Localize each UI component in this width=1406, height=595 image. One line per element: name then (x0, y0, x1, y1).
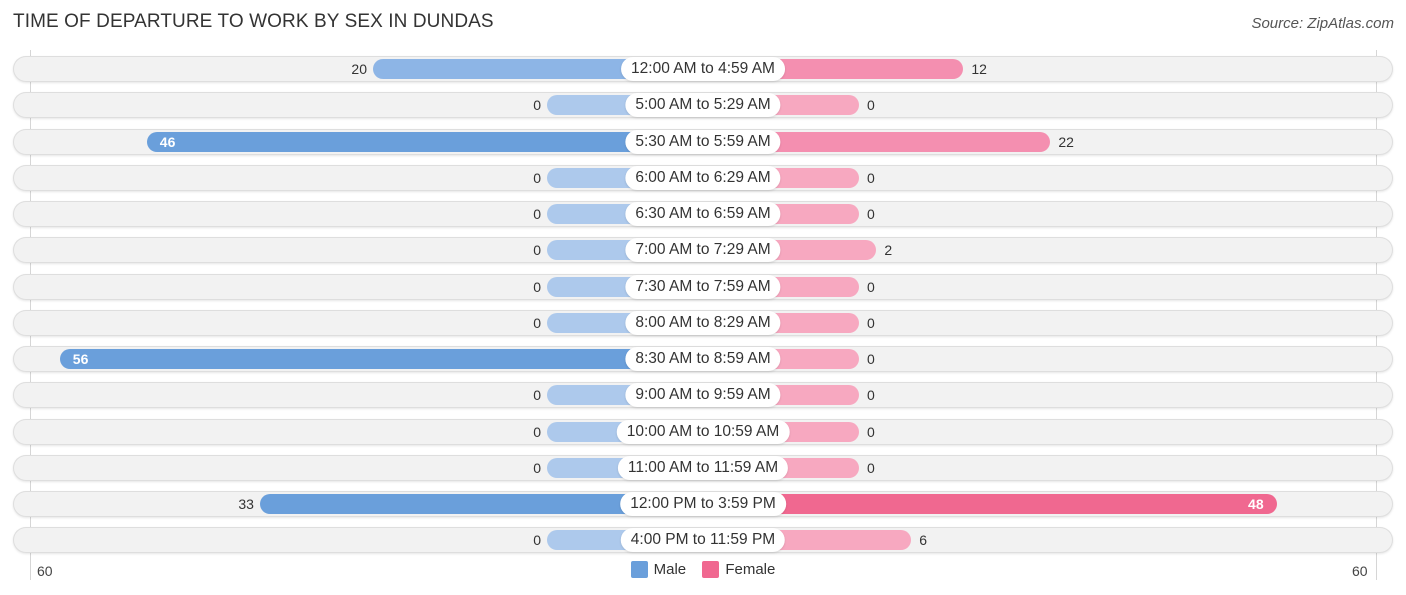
value-label-male: 0 (533, 532, 541, 548)
value-label-female: 48 (1248, 496, 1264, 512)
value-label-male: 0 (533, 424, 541, 440)
value-label-female: 0 (867, 279, 875, 295)
chart-area: 12:00 AM to 4:59 AM 20 12 5:00 AM to 5:29 A… (0, 0, 1406, 595)
value-label-female: 0 (867, 206, 875, 222)
category-label: 4:00 PM to 11:59 PM (620, 528, 786, 552)
category-label: 7:30 AM to 7:59 AM (625, 275, 781, 299)
value-label-female: 0 (867, 170, 875, 186)
value-label-female: 0 (867, 97, 875, 113)
value-label-male: 0 (533, 460, 541, 476)
category-label: 10:00 AM to 10:59 AM (616, 420, 790, 444)
legend-label-female: Female (725, 561, 776, 578)
category-label: 11:00 AM to 11:59 AM (617, 456, 789, 480)
category-label: 9:00 AM to 9:59 AM (625, 383, 781, 407)
value-label-male: 20 (351, 61, 367, 77)
value-label-female: 12 (971, 61, 987, 77)
category-label: 8:00 AM to 8:29 AM (625, 311, 781, 335)
legend-item-female[interactable]: Female (702, 561, 775, 578)
category-label: 6:00 AM to 6:29 AM (625, 166, 781, 190)
value-label-male: 46 (159, 134, 176, 150)
value-label-female: 0 (867, 460, 875, 476)
legend-swatch-female (702, 561, 720, 578)
category-label: 12:00 PM to 3:59 PM (620, 492, 786, 516)
bar-female[interactable] (703, 494, 1277, 514)
value-label-male: 0 (533, 206, 541, 222)
value-label-female: 2 (884, 242, 893, 258)
category-label: 5:00 AM to 5:29 AM (625, 93, 781, 117)
category-label: 5:30 AM to 5:59 AM (625, 130, 781, 154)
category-label: 8:30 AM to 8:59 AM (625, 347, 781, 371)
value-label-male: 0 (533, 387, 541, 403)
value-label-female: 6 (919, 532, 927, 548)
value-label-male: 33 (238, 496, 254, 512)
value-label-male: 0 (533, 170, 541, 186)
legend-swatch-male (630, 561, 648, 578)
value-label-female: 0 (867, 387, 875, 403)
value-label-male: 0 (533, 315, 541, 331)
value-label-female: 0 (867, 315, 875, 331)
legend: Male Female (0, 561, 1406, 582)
value-label-male: 56 (72, 351, 89, 367)
value-label-female: 0 (867, 424, 875, 440)
value-label-male: 0 (533, 279, 541, 295)
bar-male[interactable] (59, 349, 703, 369)
legend-item-male[interactable]: Male (630, 561, 687, 578)
value-label-male: 0 (533, 97, 541, 113)
legend-label-male: Male (653, 561, 687, 578)
category-label: 6:30 AM to 6:59 AM (625, 202, 781, 226)
bar-male[interactable] (146, 132, 703, 152)
value-label-female: 0 (867, 351, 875, 367)
value-label-male: 0 (533, 242, 541, 258)
value-label-female: 22 (1058, 134, 1074, 150)
category-label: 7:00 AM to 7:29 AM (625, 238, 781, 262)
category-label: 12:00 AM to 4:59 AM (621, 57, 785, 81)
